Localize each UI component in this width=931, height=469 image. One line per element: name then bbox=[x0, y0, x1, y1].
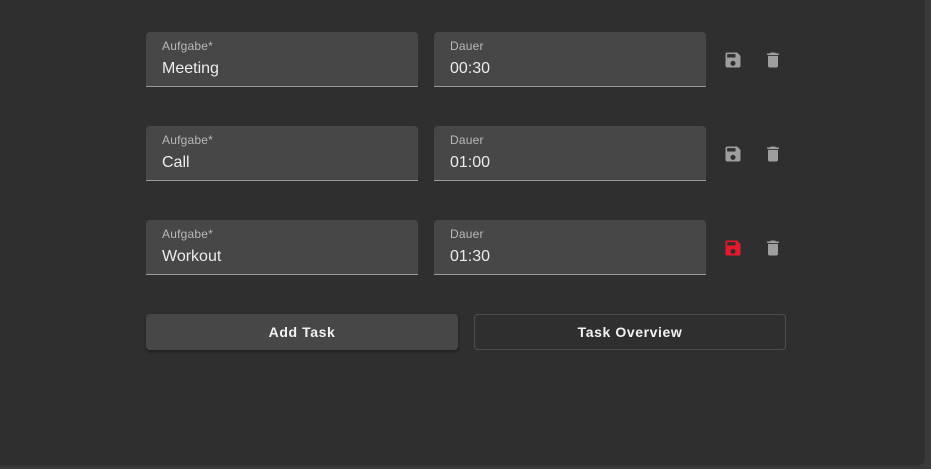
duration-field[interactable]: Dauer bbox=[434, 126, 706, 181]
task-name-input[interactable] bbox=[162, 58, 402, 80]
task-name-input[interactable] bbox=[162, 246, 402, 268]
task-name-field[interactable]: Aufgabe* bbox=[146, 32, 418, 87]
duration-label: Dauer bbox=[450, 133, 484, 147]
save-icon bbox=[725, 240, 741, 256]
duration-field[interactable]: Dauer bbox=[434, 220, 706, 275]
duration-input[interactable] bbox=[450, 58, 690, 80]
save-button[interactable] bbox=[721, 48, 745, 72]
duration-field[interactable]: Dauer bbox=[434, 32, 706, 87]
save-button[interactable] bbox=[721, 236, 745, 260]
task-name-field[interactable]: Aufgabe* bbox=[146, 220, 418, 275]
save-icon bbox=[725, 146, 741, 162]
delete-button[interactable] bbox=[761, 48, 785, 72]
duration-input[interactable] bbox=[450, 152, 690, 174]
task-name-label: Aufgabe* bbox=[162, 227, 213, 241]
app-container: Aufgabe* Dauer Aufgabe* Dauer bbox=[0, 0, 925, 466]
task-name-label: Aufgabe* bbox=[162, 133, 213, 147]
task-overview-label: Task Overview bbox=[577, 324, 683, 340]
trash-icon bbox=[767, 240, 779, 256]
duration-label: Dauer bbox=[450, 227, 484, 241]
task-overview-button[interactable]: Task Overview bbox=[474, 314, 786, 350]
trash-icon bbox=[767, 146, 779, 162]
trash-icon bbox=[767, 52, 779, 68]
add-task-label: Add Task bbox=[268, 324, 336, 340]
task-row: Aufgabe* Dauer bbox=[146, 32, 846, 88]
task-row: Aufgabe* Dauer bbox=[146, 220, 846, 276]
save-button[interactable] bbox=[721, 142, 745, 166]
add-task-button[interactable]: Add Task bbox=[146, 314, 458, 350]
delete-button[interactable] bbox=[761, 142, 785, 166]
save-icon bbox=[725, 52, 741, 68]
task-name-input[interactable] bbox=[162, 152, 402, 174]
delete-button[interactable] bbox=[761, 236, 785, 260]
task-row: Aufgabe* Dauer bbox=[146, 126, 846, 182]
duration-input[interactable] bbox=[450, 246, 690, 268]
task-name-label: Aufgabe* bbox=[162, 39, 213, 53]
duration-label: Dauer bbox=[450, 39, 484, 53]
task-name-field[interactable]: Aufgabe* bbox=[146, 126, 418, 181]
